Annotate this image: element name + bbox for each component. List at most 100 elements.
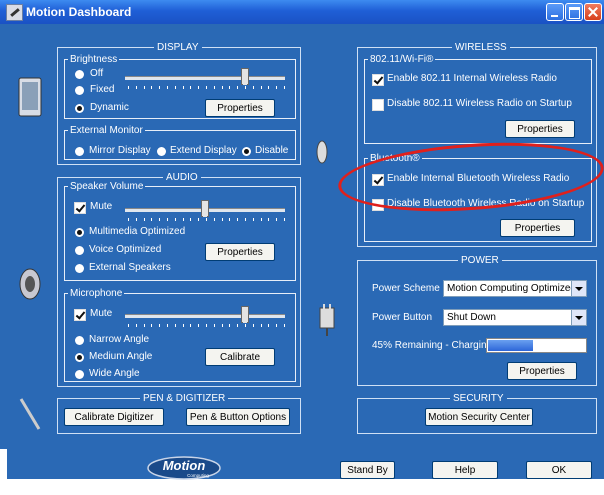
narrow-angle-label: Narrow Angle	[89, 334, 150, 345]
multimedia-optimized-label: Multimedia Optimized	[89, 226, 186, 237]
speaker-mute-checkbox[interactable]	[74, 202, 86, 214]
microphone-slider-ticks	[128, 324, 285, 327]
disable-display-radio[interactable]	[242, 147, 251, 156]
app-icon	[6, 4, 23, 21]
slider-tick	[182, 86, 184, 89]
display-title: DISPLAY	[154, 42, 202, 53]
slider-tick	[221, 86, 223, 89]
wifi-properties-button[interactable]: Properties	[505, 120, 575, 138]
speaker-volume-title: Speaker Volume	[68, 181, 146, 192]
slider-tick	[237, 218, 239, 221]
power-button-select[interactable]: Shut Down	[443, 309, 587, 326]
microphone-mute-checkbox[interactable]	[74, 309, 86, 321]
motion-logo: Motion Computing	[147, 456, 221, 480]
slider-tick	[276, 86, 278, 89]
maximize-button[interactable]	[565, 3, 583, 21]
slider-tick	[237, 324, 239, 327]
extend-display-label: Extend Display	[170, 145, 237, 156]
battery-status-label: 45% Remaining - Charging	[372, 340, 493, 351]
narrow-angle-radio[interactable]	[75, 336, 84, 345]
slider-tick	[276, 324, 278, 327]
stand-by-button[interactable]: Stand By	[340, 461, 395, 479]
slider-tick	[206, 324, 207, 327]
enable-wifi-label: Enable 802.11 Internal Wireless Radio	[387, 73, 557, 84]
calibrate-digitizer-button[interactable]: Calibrate Digitizer	[64, 408, 164, 426]
slider-tick	[284, 218, 285, 221]
wifi-title: 802.11/Wi-Fi®	[368, 54, 436, 65]
speaker-mute-label: Mute	[90, 201, 113, 212]
slider-tick	[229, 86, 231, 89]
slider-tick	[245, 324, 246, 327]
power-scheme-select[interactable]: Motion Computing Optimized	[443, 280, 587, 297]
disable-display-label: Disable	[255, 145, 289, 156]
minimize-button[interactable]	[546, 3, 564, 21]
slider-tick	[128, 86, 129, 89]
microphone-calibrate-button[interactable]: Calibrate	[205, 348, 275, 366]
mirror-display-radio[interactable]	[75, 147, 84, 156]
slider-tick	[221, 218, 223, 221]
chevron-down-icon[interactable]	[571, 281, 586, 296]
disable-wifi-startup-checkbox[interactable]	[372, 99, 384, 111]
power-plug-icon	[319, 304, 335, 336]
logo-subtext: Computing	[187, 473, 209, 478]
external-speakers-radio[interactable]	[75, 264, 84, 273]
voice-optimized-radio[interactable]	[75, 246, 84, 255]
slider-tick	[213, 218, 215, 221]
ok-button[interactable]: OK	[526, 461, 592, 479]
footer-bar	[7, 449, 604, 479]
help-button[interactable]: Help	[432, 461, 498, 479]
brightness-dynamic-label: Dynamic	[90, 102, 129, 113]
wide-angle-radio[interactable]	[75, 370, 84, 379]
slider-tick	[151, 218, 153, 221]
enable-wifi-checkbox[interactable]	[372, 74, 384, 86]
slider-tick	[190, 218, 192, 221]
slider-tick	[143, 218, 145, 221]
brightness-slider-track[interactable]	[125, 76, 285, 80]
slider-tick	[268, 324, 270, 327]
medium-angle-radio[interactable]	[75, 353, 84, 362]
slider-tick	[190, 324, 192, 327]
dashboard-window: Motion Dashboard DISPLAY Brightness Off …	[0, 0, 604, 495]
slider-tick	[229, 324, 231, 327]
slider-tick	[260, 218, 262, 221]
slider-tick	[128, 218, 129, 221]
chevron-down-icon[interactable]	[571, 310, 586, 325]
multimedia-optimized-radio[interactable]	[75, 228, 84, 237]
slider-tick	[284, 86, 285, 89]
slider-tick	[245, 218, 246, 221]
slider-tick	[252, 86, 254, 89]
security-title: SECURITY	[450, 393, 507, 404]
microphone-slider-track[interactable]	[125, 314, 285, 318]
speaker-volume-slider-thumb[interactable]	[201, 200, 209, 217]
power-properties-button[interactable]: Properties	[507, 362, 577, 380]
brightness-off-radio[interactable]	[75, 70, 84, 79]
motion-security-center-button[interactable]: Motion Security Center	[425, 408, 533, 426]
bluetooth-properties-button[interactable]: Properties	[500, 219, 575, 237]
mirror-display-label: Mirror Display	[89, 145, 151, 156]
brightness-dynamic-radio[interactable]	[75, 104, 84, 113]
logo-text: Motion	[163, 458, 206, 473]
brightness-fixed-radio[interactable]	[75, 86, 84, 95]
battery-progress-fill	[488, 340, 533, 351]
slider-tick	[229, 218, 231, 221]
slider-tick	[245, 86, 246, 89]
wireless-antenna-icon	[316, 140, 328, 164]
pen-icon	[19, 398, 41, 430]
pen-button-options-button[interactable]: Pen & Button Options	[186, 408, 290, 426]
brightness-properties-button[interactable]: Properties	[205, 99, 275, 117]
voice-optimized-label: Voice Optimized	[89, 244, 162, 255]
slider-tick	[159, 324, 161, 327]
power-title: POWER	[458, 255, 502, 266]
close-button[interactable]	[584, 3, 602, 21]
title-bar[interactable]: Motion Dashboard	[0, 0, 604, 24]
speaker-properties-button[interactable]: Properties	[205, 243, 275, 261]
microphone-slider-thumb[interactable]	[241, 306, 249, 323]
slider-tick	[198, 324, 200, 327]
extend-display-radio[interactable]	[157, 147, 166, 156]
brightness-slider-thumb[interactable]	[241, 68, 249, 85]
tablet-icon	[18, 77, 42, 117]
power-scheme-label: Power Scheme	[372, 283, 440, 294]
brightness-fixed-label: Fixed	[90, 84, 115, 95]
slider-tick	[237, 86, 239, 89]
external-monitor-title: External Monitor	[68, 125, 145, 136]
